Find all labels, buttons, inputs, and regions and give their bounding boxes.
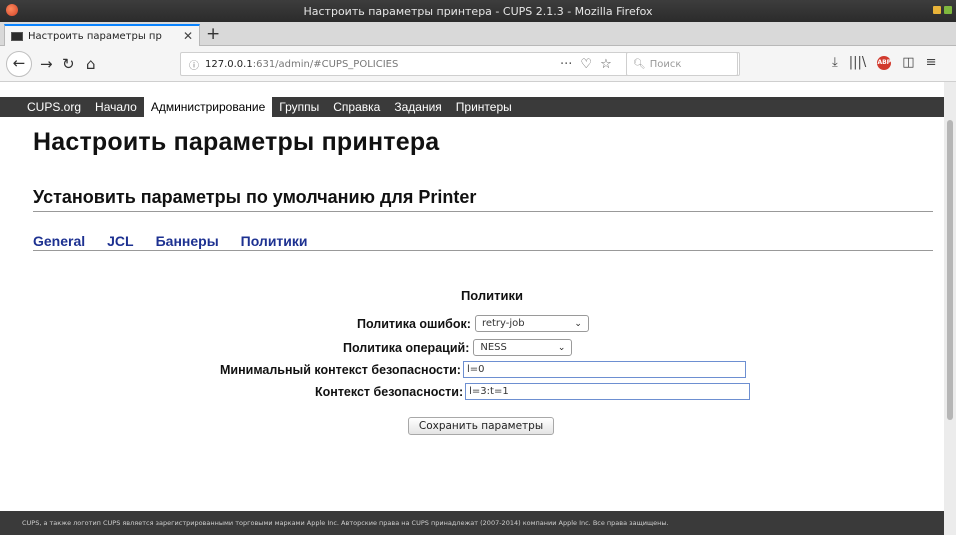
page-actions-icon[interactable]: ··· [560, 57, 572, 72]
search-input[interactable]: 🔍︎ Поиск [626, 52, 738, 76]
chevron-down-icon: ⌄ [574, 318, 582, 329]
browser-tab-title: Настроить параметры пр [28, 30, 162, 42]
forward-button[interactable]: → [40, 54, 53, 74]
pocket-icon[interactable]: ♡ [580, 57, 592, 72]
nav-help[interactable]: Справка [326, 97, 387, 117]
adblock-icon[interactable]: ABP [877, 55, 892, 70]
save-button[interactable]: Сохранить параметры [408, 417, 554, 435]
nav-administration[interactable]: Администрирование [143, 97, 273, 117]
divider [33, 250, 933, 251]
search-icon: 🔍︎ [633, 58, 646, 70]
printer-favicon-icon [11, 31, 23, 41]
library-icon[interactable]: |||\ [849, 55, 867, 70]
minimize-icon[interactable] [933, 6, 941, 14]
new-tab-button[interactable]: + [206, 24, 220, 44]
op-policy-row: Политика операций: NESS ⌄ [343, 339, 573, 356]
context-label: Контекст безопасности: [315, 384, 464, 399]
op-policy-label: Политика операций: [343, 340, 470, 355]
info-icon[interactable]: ⓘ [189, 57, 199, 72]
op-policy-select[interactable]: NESS ⌄ [473, 339, 573, 356]
form-title: Политики [460, 288, 524, 303]
window-title: Настроить параметры принтера - CUPS 2.1.… [303, 4, 653, 18]
browser-tab[interactable]: Настроить параметры пр ✕ [4, 24, 200, 46]
error-policy-label: Политика ошибок: [357, 316, 471, 331]
url-path: :631/admin/#CUPS_POLICIES [252, 58, 399, 70]
nav-jobs[interactable]: Задания [387, 97, 448, 117]
page-title: Настроить параметры принтера [33, 128, 440, 156]
sidebar-icon[interactable]: ◫ [902, 55, 914, 70]
cups-nav: CUPS.org Начало Администрирование Группы… [0, 97, 944, 117]
min-context-label: Минимальный контекст безопасности: [220, 362, 461, 377]
error-policy-row: Политика ошибок: retry-job ⌄ [357, 315, 589, 332]
close-tab-icon[interactable]: ✕ [183, 29, 193, 43]
window-titlebar: Настроить параметры принтера - CUPS 2.1.… [0, 0, 956, 22]
tab-banners[interactable]: Баннеры [156, 233, 219, 249]
toolbar-right: ⤓ |||\ ABP ◫ ≡ [832, 55, 936, 70]
error-policy-value: retry-job [481, 318, 525, 329]
chevron-down-icon: ⌄ [557, 342, 566, 353]
tab-policies[interactable]: Политики [241, 233, 308, 249]
maximize-icon[interactable] [944, 6, 952, 14]
context-row: Контекст безопасности: l=3:t=1 [315, 383, 751, 400]
error-policy-select[interactable]: retry-job ⌄ [474, 315, 589, 332]
divider [33, 211, 933, 212]
min-context-row: Минимальный контекст безопасности: l=0 [220, 361, 746, 378]
tab-general[interactable]: General [33, 233, 85, 249]
search-placeholder: Поиск [649, 58, 682, 70]
back-button[interactable]: ← [6, 51, 32, 77]
nav-cups-org[interactable]: CUPS.org [20, 97, 88, 117]
min-context-input[interactable]: l=0 [462, 361, 746, 378]
nav-groups[interactable]: Группы [272, 97, 326, 117]
op-policy-value: NESS [480, 342, 507, 353]
footer: CUPS, а также логотип CUPS является заре… [0, 511, 944, 535]
context-input[interactable]: l=3:t=1 [465, 383, 751, 400]
browser-navbar: ← → ↻ ⌂ ⓘ 127.0.0.1 :631/admin/#CUPS_POL… [0, 46, 956, 82]
menu-icon[interactable]: ≡ [926, 55, 937, 70]
reload-button[interactable]: ↻ [62, 54, 75, 74]
window-controls [933, 6, 952, 14]
browser-tab-strip: Настроить параметры пр ✕ + [0, 22, 956, 46]
firefox-app-icon [6, 4, 18, 16]
download-icon[interactable]: ⤓ [832, 55, 838, 70]
url-actions: ··· ♡ ☆ [560, 57, 612, 72]
nav-printers[interactable]: Принтеры [449, 97, 519, 117]
nav-home[interactable]: Начало [88, 97, 144, 117]
options-tabs: General JCL Баннеры Политики [33, 233, 308, 249]
bookmark-star-icon[interactable]: ☆ [600, 57, 612, 72]
url-host: 127.0.0.1 [205, 58, 253, 70]
page-subtitle: Установить параметры по умолчанию для Pr… [33, 187, 477, 207]
scrollbar-thumb[interactable] [947, 120, 953, 420]
home-button[interactable]: ⌂ [86, 54, 96, 74]
tab-jcl[interactable]: JCL [107, 233, 133, 249]
